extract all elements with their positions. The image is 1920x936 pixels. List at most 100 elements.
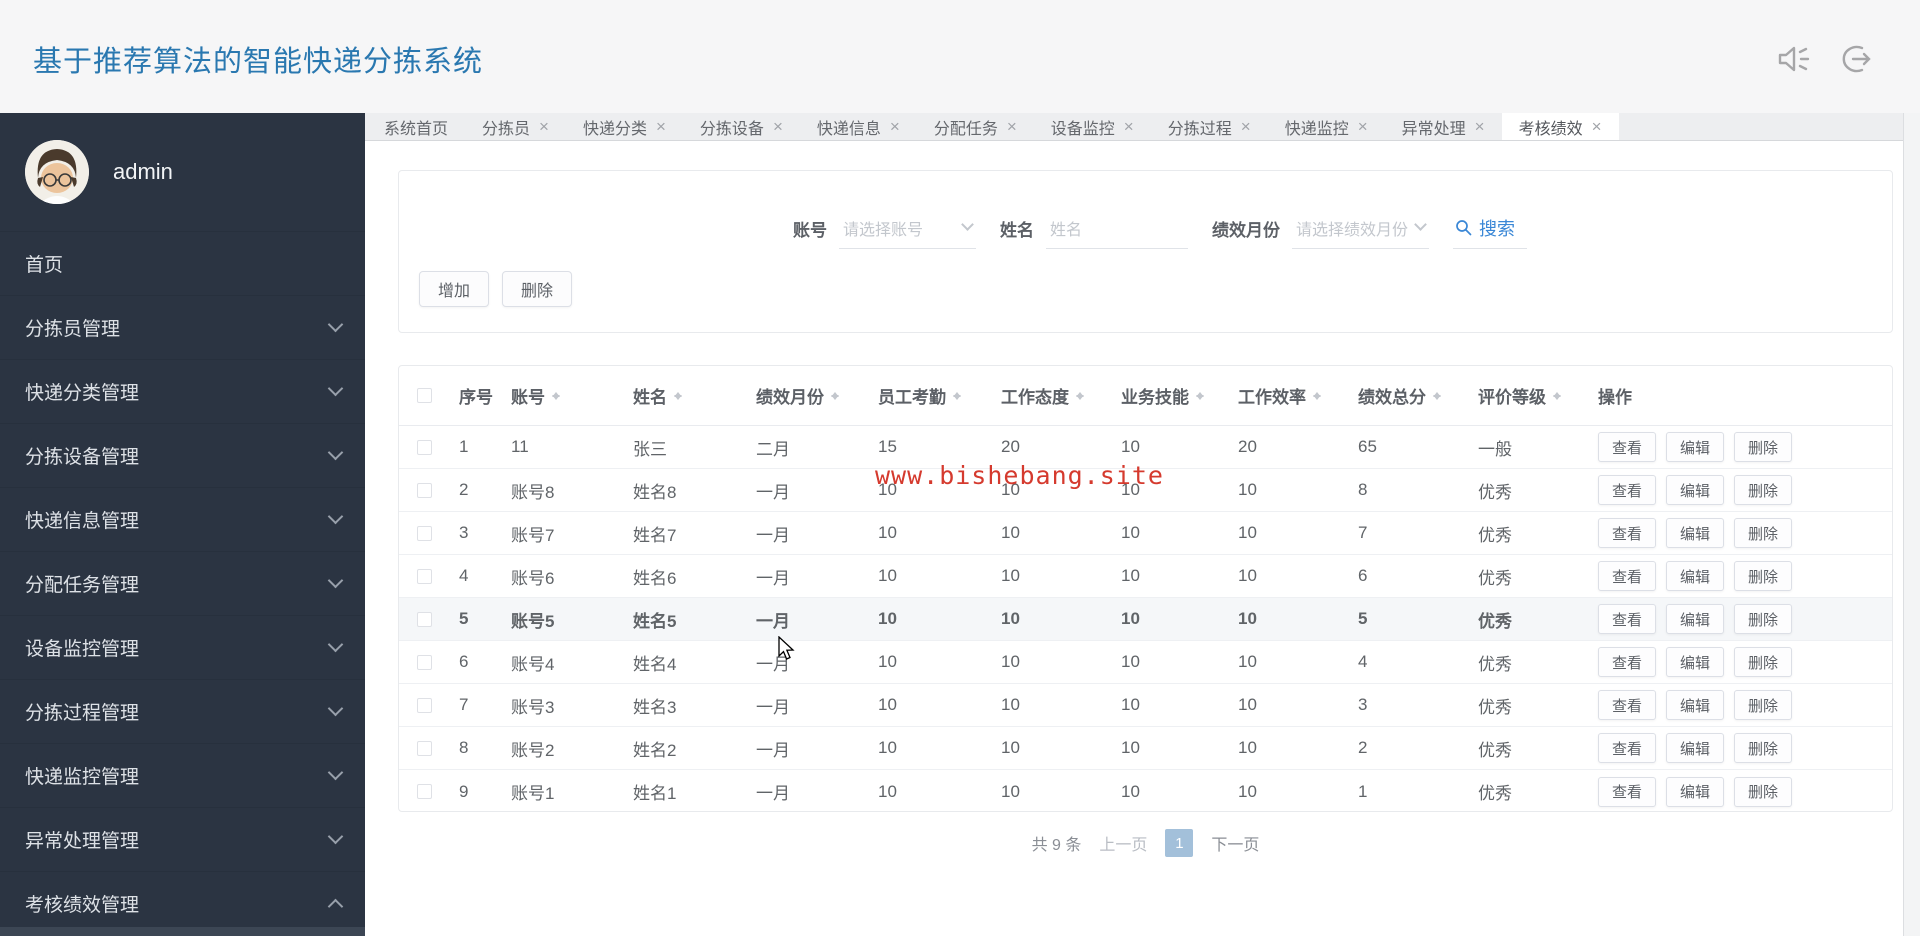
sort-icon[interactable] [551,388,561,404]
delete-row-button[interactable]: 删除 [1734,475,1793,505]
tab-10[interactable]: 考核绩效 × [1501,113,1619,140]
edit-button[interactable]: 编辑 [1666,432,1725,462]
edit-button[interactable]: 编辑 [1666,776,1725,807]
table-row[interactable]: 8 账号2 姓名2 一月 10 10 10 10 2 优秀 查看 编辑 删除 [399,727,1892,770]
edit-button[interactable]: 编辑 [1666,647,1725,677]
close-icon[interactable]: × [890,118,900,135]
view-button[interactable]: 查看 [1598,647,1657,677]
sidebar-item-8[interactable]: 快递监控管理 [0,744,365,808]
column-header[interactable]: 业务技能 [1111,383,1228,408]
tab-7[interactable]: 分拣过程 × [1151,113,1268,140]
row-checkbox[interactable] [416,697,432,713]
table-row[interactable]: 6 账号4 姓名4 一月 10 10 10 10 4 优秀 查看 编辑 删除 [399,641,1892,684]
view-button[interactable]: 查看 [1598,475,1657,505]
sidebar-item-1[interactable]: 分拣员管理 [0,296,365,360]
tab-4[interactable]: 快递信息 × [800,113,917,140]
row-checkbox[interactable] [416,568,432,584]
column-header[interactable]: 绩效月份 [746,383,868,408]
delete-row-button[interactable]: 删除 [1734,776,1793,807]
add-button[interactable]: 增加 [419,271,490,307]
close-icon[interactable]: × [1358,118,1368,135]
column-header[interactable]: 工作效率 [1228,383,1348,408]
sort-icon[interactable] [952,388,962,404]
logout-icon[interactable] [1838,42,1874,76]
sort-icon[interactable] [673,388,683,404]
sidebar-item-7[interactable]: 分拣过程管理 [0,680,365,744]
close-icon[interactable]: × [773,118,783,135]
sidebar-item-3[interactable]: 分拣设备管理 [0,424,365,488]
search-button[interactable]: 搜索 [1453,207,1527,249]
column-header[interactable]: 工作态度 [991,383,1111,408]
delete-row-button[interactable]: 删除 [1734,561,1793,591]
table-row[interactable]: 9 账号1 姓名1 一月 10 10 10 10 1 优秀 查看 编辑 删除 [399,770,1892,811]
tab-0[interactable]: 系统首页 [367,113,465,140]
view-button[interactable]: 查看 [1598,561,1657,591]
sidebar-item-9[interactable]: 异常处理管理 [0,808,365,872]
row-checkbox[interactable] [416,740,432,756]
row-checkbox[interactable] [416,482,432,498]
table-row[interactable]: 3 账号7 姓名7 一月 10 10 10 10 7 优秀 查看 编辑 删除 [399,512,1892,555]
edit-button[interactable]: 编辑 [1666,561,1725,591]
name-input[interactable]: 姓名 [1046,207,1188,249]
sort-icon[interactable] [1195,388,1205,404]
next-page-button[interactable]: 下一页 [1211,831,1259,855]
table-row[interactable]: 5 账号5 姓名5 一月 10 10 10 10 5 优秀 查看 编辑 删除 [399,598,1892,641]
table-row[interactable]: 4 账号6 姓名6 一月 10 10 10 10 6 优秀 查看 编辑 删除 [399,555,1892,598]
column-header[interactable]: 评价等级 [1468,383,1588,408]
edit-button[interactable]: 编辑 [1666,475,1725,505]
current-page-button[interactable]: 1 [1165,829,1194,857]
tab-8[interactable]: 快递监控 × [1268,113,1385,140]
tab-9[interactable]: 异常处理 × [1385,113,1502,140]
table-row[interactable]: 7 账号3 姓名3 一月 10 10 10 10 3 优秀 查看 编辑 删除 [399,684,1892,727]
edit-button[interactable]: 编辑 [1666,733,1725,763]
delete-row-button[interactable]: 删除 [1734,518,1793,548]
account-select[interactable]: 请选择账号 [839,207,976,249]
sort-icon[interactable] [830,388,840,404]
sidebar-item-4[interactable]: 快递信息管理 [0,488,365,552]
sort-icon[interactable] [1432,388,1442,404]
sidebar-item-2[interactable]: 快递分类管理 [0,360,365,424]
delete-row-button[interactable]: 删除 [1734,647,1793,677]
sort-icon[interactable] [1312,388,1322,404]
delete-row-button[interactable]: 删除 [1734,733,1793,763]
sidebar-item-0[interactable]: 首页 [0,232,365,296]
view-button[interactable]: 查看 [1598,733,1657,763]
scrollbar[interactable] [1903,113,1920,936]
row-checkbox[interactable] [416,654,432,670]
column-header[interactable]: 账号 [501,383,623,408]
tab-5[interactable]: 分配任务 × [917,113,1034,140]
close-icon[interactable]: × [539,118,549,135]
view-button[interactable]: 查看 [1598,776,1657,807]
column-header[interactable]: 绩效总分 [1348,383,1468,408]
tab-2[interactable]: 快递分类 × [566,113,683,140]
table-row[interactable]: 1 11 张三 二月 15 20 10 20 65 一般 查看 编辑 删除 [399,426,1892,469]
row-checkbox[interactable] [416,611,432,627]
column-header[interactable]: 员工考勤 [868,383,991,408]
column-header[interactable]: 姓名 [623,383,746,408]
sidebar-item-5[interactable]: 分配任务管理 [0,552,365,616]
edit-button[interactable]: 编辑 [1666,518,1725,548]
row-checkbox[interactable] [416,525,432,541]
view-button[interactable]: 查看 [1598,604,1657,634]
delete-row-button[interactable]: 删除 [1734,432,1793,462]
prev-page-button[interactable]: 上一页 [1099,831,1147,855]
close-icon[interactable]: × [1475,118,1485,135]
close-icon[interactable]: × [1241,118,1251,135]
sidebar-item-6[interactable]: 设备监控管理 [0,616,365,680]
tab-6[interactable]: 设备监控 × [1034,113,1151,140]
delete-row-button[interactable]: 删除 [1734,604,1793,634]
sort-icon[interactable] [1552,388,1562,404]
tab-1[interactable]: 分拣员 × [465,113,566,140]
tab-3[interactable]: 分拣设备 × [683,113,800,140]
close-icon[interactable]: × [1592,118,1602,135]
close-icon[interactable]: × [656,118,666,135]
close-icon[interactable]: × [1007,118,1017,135]
month-select[interactable]: 请选择绩效月份 [1292,207,1429,249]
view-button[interactable]: 查看 [1598,518,1657,548]
delete-row-button[interactable]: 删除 [1734,690,1793,720]
close-icon[interactable]: × [1124,118,1134,135]
view-button[interactable]: 查看 [1598,432,1657,462]
sort-icon[interactable] [1075,388,1085,404]
edit-button[interactable]: 编辑 [1666,604,1725,634]
speaker-icon[interactable] [1776,42,1812,76]
